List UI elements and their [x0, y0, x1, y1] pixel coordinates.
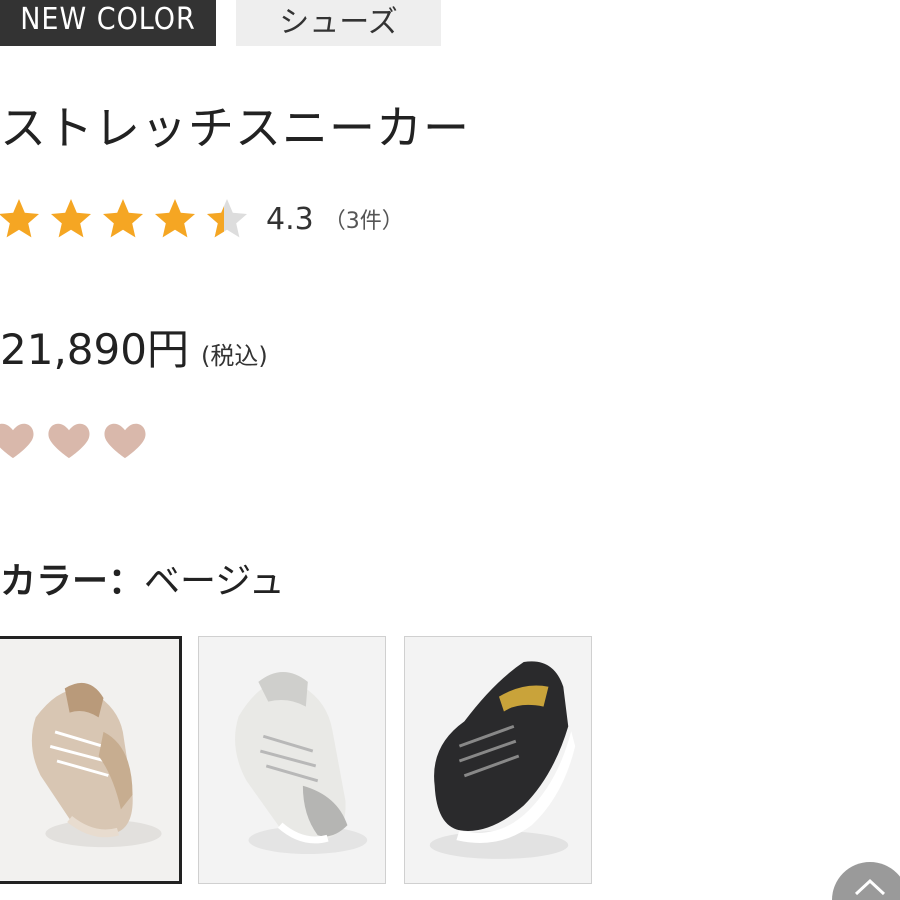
star-icon [103, 199, 143, 238]
color-selector-label: カラー：ベージュ [0, 552, 285, 604]
review-count[interactable]: （3件） [324, 203, 404, 235]
color-swatch-black[interactable] [404, 636, 592, 884]
category-tag[interactable]: シューズ [236, 0, 441, 46]
star-icon [51, 199, 91, 238]
silver-sneaker-image [199, 637, 385, 883]
new-color-badge: NEW COLOR [0, 0, 216, 46]
price: 21,890円 [0, 325, 189, 374]
heart-icon[interactable] [46, 418, 92, 460]
chevron-up-icon [854, 878, 886, 896]
product-page: NEW COLOR シューズ ストレッチスニーカー 4.3 （3件） 21,89… [0, 0, 900, 900]
color-swatch-beige[interactable] [0, 636, 182, 884]
scroll-to-top-button[interactable] [832, 862, 900, 900]
favorite-hearts[interactable] [0, 418, 158, 460]
black-sneaker-image [405, 637, 591, 883]
beige-sneaker-image [0, 639, 179, 881]
star-icon [155, 199, 195, 238]
selected-color-value: ベージュ [144, 561, 285, 602]
star-partial-icon [207, 199, 247, 238]
star-icon [0, 199, 39, 238]
color-label: カラー： [0, 561, 145, 602]
tax-note: (税込) [200, 342, 268, 370]
heart-icon[interactable] [102, 418, 148, 460]
heart-icon[interactable] [0, 418, 36, 460]
price-row: 21,890円 (税込) [0, 316, 268, 377]
product-title: ストレッチスニーカー [0, 101, 470, 155]
rating-value: 4.3 [266, 201, 314, 237]
rating[interactable]: 4.3 （3件） [0, 194, 404, 244]
color-swatch-silver[interactable] [198, 636, 386, 884]
